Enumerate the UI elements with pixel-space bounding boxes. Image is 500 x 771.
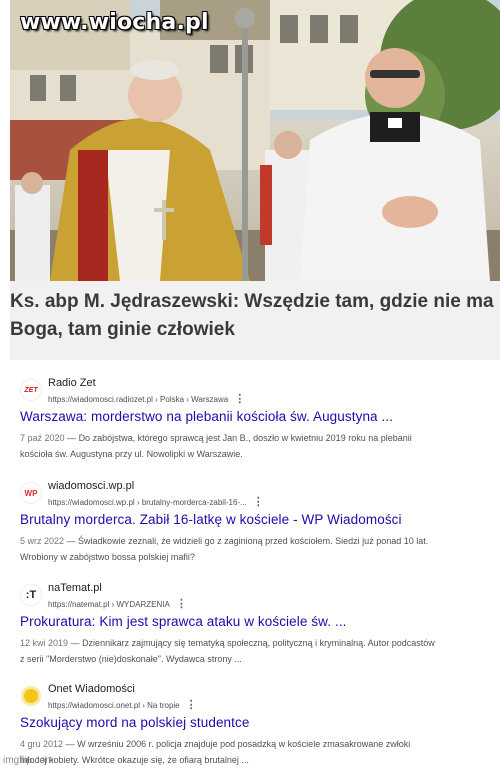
result-source-name: Onet Wiadomości xyxy=(48,683,135,695)
result-date: 5 wrz 2022 xyxy=(20,536,65,546)
search-result-natemat: :T naTemat.pl https://natemat.pl › WYDAR… xyxy=(20,580,485,664)
date-separator: — xyxy=(63,739,78,749)
result-url: https://wiadomosci.wp.pl › brutalny-mord… xyxy=(48,495,264,508)
result-snippet: 7 paź 2020 — Do zabójstwa, którego spraw… xyxy=(20,430,435,462)
news-headline[interactable]: Ks. abp M. Jędraszewski: Wszędzie tam, g… xyxy=(10,288,495,344)
result-title-link[interactable]: Brutalny morderca. Zabił 16-latkę w kośc… xyxy=(20,512,402,527)
result-snippet: 12 kwi 2019 — Dziennikarz zajmujący się … xyxy=(20,635,435,667)
result-url-text: https://wiadomosci.wp.pl › brutalny-mord… xyxy=(48,498,247,507)
search-result-radiozet: ZET Radio Zet https://wiadomosci.radioze… xyxy=(20,375,485,459)
result-source-name: Radio Zet xyxy=(48,377,96,389)
result-snippet-text: Świadkowie zeznali, że widzieli go z zag… xyxy=(20,536,429,562)
result-snippet: 5 wrz 2022 — Świadkowie zeznali, że widz… xyxy=(20,533,435,565)
more-options-icon[interactable]: ⋮ xyxy=(186,699,197,711)
more-options-icon[interactable]: ⋮ xyxy=(253,496,264,508)
result-source-name: naTemat.pl xyxy=(48,582,102,594)
date-separator: — xyxy=(64,433,79,443)
result-source-name: wiadomosci.wp.pl xyxy=(48,480,135,492)
date-separator: — xyxy=(64,536,79,546)
onet-logo-icon xyxy=(21,686,41,706)
date-separator: — xyxy=(68,638,83,648)
result-title-link[interactable]: Warszawa: morderstwo na plebanii kościoł… xyxy=(20,409,393,424)
result-url: https://wiadomosci.radiozet.pl › Polska … xyxy=(48,392,245,405)
result-source-row[interactable]: :T naTemat.pl https://natemat.pl › WYDAR… xyxy=(20,580,485,610)
result-snippet: 4 gru 2012 — W wrześniu 2006 r. policja … xyxy=(20,736,435,768)
result-url-text: https://wiadomosci.onet.pl › Na tropie xyxy=(48,701,180,710)
news-photo: www.wiocha.pl xyxy=(10,0,500,281)
natemat-logo-icon: :T xyxy=(20,584,42,606)
result-title-link[interactable]: Szokujący mord na polskiej studentce xyxy=(20,715,249,730)
search-result-onet: Onet Wiadomości https://wiadomosci.onet.… xyxy=(20,681,485,765)
result-date: 4 gru 2012 xyxy=(20,739,64,749)
result-snippet-text: Dziennikarz zajmujący się tematyką społe… xyxy=(20,638,435,664)
result-source-row[interactable]: WP wiadomosci.wp.pl https://wiadomosci.w… xyxy=(20,478,485,508)
result-url-text: https://wiadomosci.radiozet.pl › Polska … xyxy=(48,395,229,404)
result-url-text: https://natemat.pl › WYDARZENIA xyxy=(48,600,170,609)
radio-zet-logo-icon: ZET xyxy=(20,379,42,401)
result-snippet-text: W wrześniu 2006 r. policja znajduje pod … xyxy=(20,739,411,765)
result-title-link[interactable]: Prokuratura: Kim jest sprawca ataku w ko… xyxy=(20,614,347,629)
result-url: https://wiadomosci.onet.pl › Na tropie ⋮ xyxy=(48,698,197,711)
result-date: 12 kwi 2019 xyxy=(20,638,69,648)
imgflip-watermark: imgflip.com xyxy=(3,755,54,766)
news-card[interactable]: www.wiocha.pl Ks. abp M. Jędraszewski: W… xyxy=(10,0,500,360)
result-url: https://natemat.pl › WYDARZENIA ⋮ xyxy=(48,597,187,610)
search-result-wp: WP wiadomosci.wp.pl https://wiadomosci.w… xyxy=(20,478,485,562)
result-source-row[interactable]: ZET Radio Zet https://wiadomosci.radioze… xyxy=(20,375,485,405)
result-snippet-text: Do zabójstwa, którego sprawcą jest Jan B… xyxy=(20,433,412,459)
result-source-row[interactable]: Onet Wiadomości https://wiadomosci.onet.… xyxy=(20,681,485,711)
site-watermark: www.wiocha.pl xyxy=(20,10,209,35)
more-options-icon[interactable]: ⋮ xyxy=(176,598,187,610)
more-options-icon[interactable]: ⋮ xyxy=(234,393,245,405)
result-date: 7 paź 2020 xyxy=(20,433,65,443)
photo-illustration xyxy=(10,0,500,281)
wp-logo-icon: WP xyxy=(20,482,42,504)
